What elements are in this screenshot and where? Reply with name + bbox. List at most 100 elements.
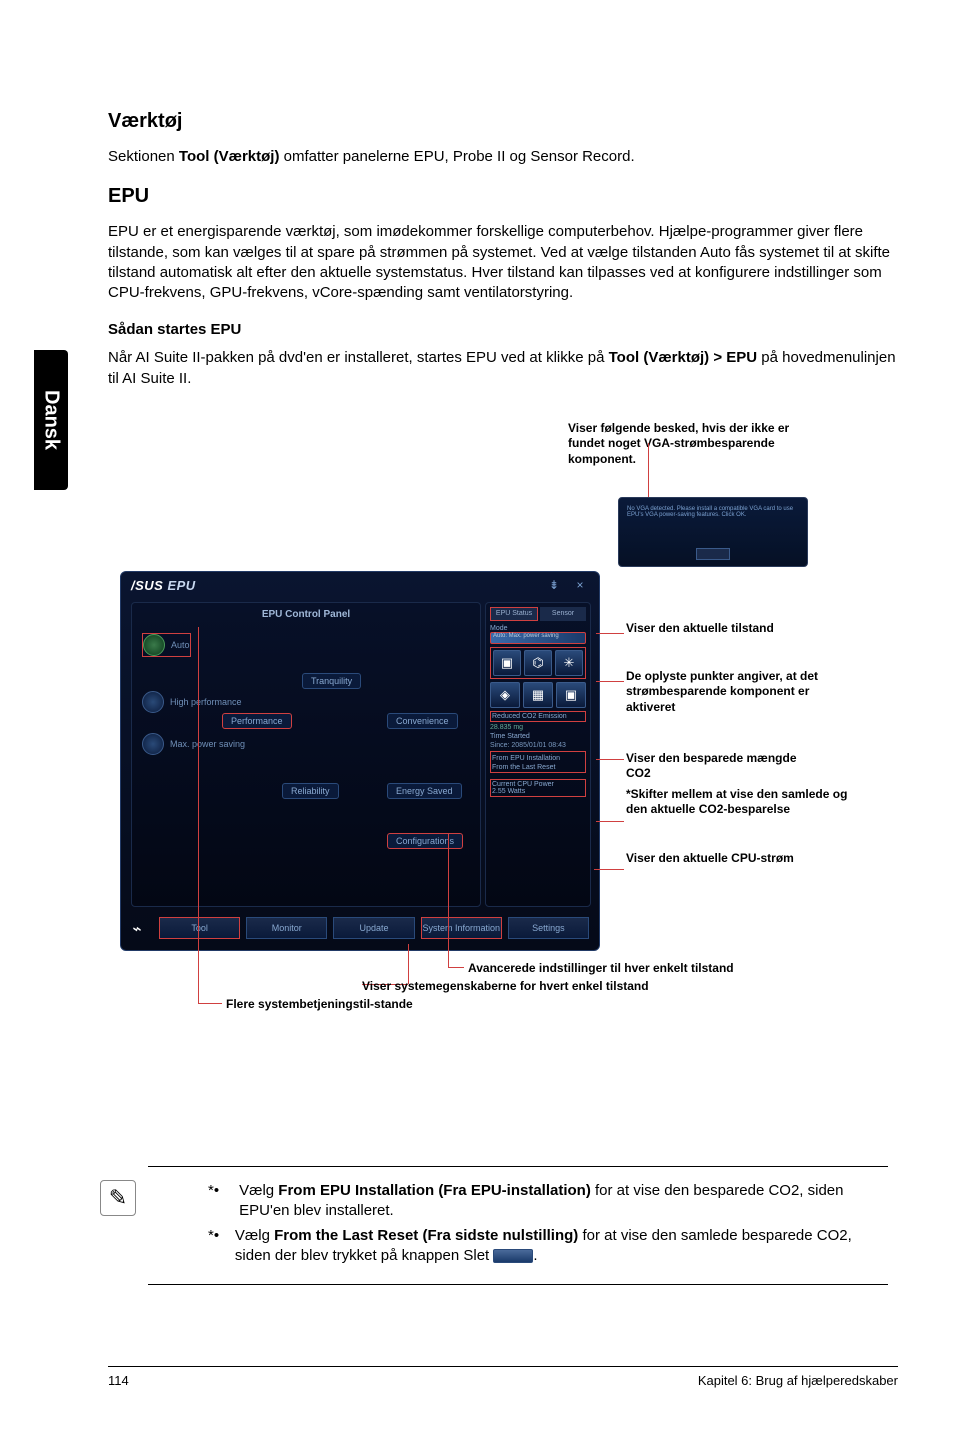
chipset-icon: ◈ xyxy=(490,682,520,708)
leader-line xyxy=(596,633,624,634)
note-icon: ✎ xyxy=(100,1180,136,1216)
txt: Sektionen xyxy=(108,148,179,165)
leader-line xyxy=(596,821,624,822)
bullet: *• xyxy=(208,1226,229,1267)
btn-monitor[interactable]: Monitor xyxy=(246,917,327,939)
note-item: *• Vælg From EPU Installation (Fra EPU-i… xyxy=(208,1181,878,1222)
page-number: 114 xyxy=(108,1373,129,1388)
txt: Vælg xyxy=(239,1182,278,1199)
txt: Vælg xyxy=(235,1227,274,1244)
txt-bold: From the Last Reset (Fra sidste nulstill… xyxy=(274,1227,578,1244)
control-panel: EPU Control Panel Auto High performance … xyxy=(131,602,481,907)
chip-performance[interactable]: Performance xyxy=(222,713,292,729)
section-body-epu: EPU er et energisparende værktøj, som im… xyxy=(108,222,898,303)
tab-sensor[interactable]: Sensor xyxy=(540,607,586,621)
section-title-epu: EPU xyxy=(108,185,898,208)
btn-settings[interactable]: Settings xyxy=(508,917,589,939)
cpu-icon: ▣ xyxy=(493,650,521,676)
co2-value: 28.835 mg xyxy=(490,724,586,731)
app-name: EPU xyxy=(167,578,195,593)
opt-from-reset[interactable]: From the Last Reset xyxy=(492,764,584,771)
max-icon xyxy=(142,733,164,755)
note-text: Vælg From EPU Installation (Fra EPU-inst… xyxy=(239,1181,878,1222)
txt: Current CPU Power xyxy=(492,781,554,788)
opt-from-install[interactable]: From EPU Installation xyxy=(492,755,584,762)
window-controls: ⇟ × xyxy=(545,578,589,592)
callout-mode: Viser den aktuelle tilstand xyxy=(626,621,806,637)
chip-reliability[interactable]: Reliability xyxy=(282,783,339,799)
time-value: Since: 2085/01/01 08:43 xyxy=(490,742,586,749)
ok-button[interactable] xyxy=(696,548,730,560)
callout-warning-label: Viser følgende besked, hvis der ikke er … xyxy=(568,421,808,468)
epu-window: /SUS EPU ⇟ × EPU Control Panel Auto High… xyxy=(120,571,600,951)
hdd-icon: ⌬ xyxy=(524,650,552,676)
label-mode: Mode xyxy=(490,625,586,632)
auto-icon xyxy=(143,634,165,656)
vga-icon: ▣ xyxy=(556,682,586,708)
callout-advanced: Avancerede indstillinger til hver enkelt… xyxy=(468,961,848,977)
callout-co2: Viser den besparede mængde CO2 xyxy=(626,751,816,782)
language-tab: Dansk xyxy=(34,350,68,490)
leader-line xyxy=(408,944,409,984)
note-text: Vælg From the Last Reset (Fra sidste nul… xyxy=(235,1226,878,1267)
pin-icon[interactable]: ⇟ xyxy=(545,578,563,592)
txt-bold: Tool (Værktøj) xyxy=(179,148,280,165)
bottom-toolbar: ⌁ Tool Monitor Update System Information… xyxy=(131,914,589,942)
txt-bold: Tool (Værktøj) > EPU xyxy=(609,349,757,366)
mode-value: Auto: Max. power saving xyxy=(490,632,586,644)
chip-convenience[interactable]: Convenience xyxy=(387,713,458,729)
section-title-tool: Værktøj xyxy=(108,110,898,133)
asus-logo-icon: ⌁ xyxy=(131,919,153,937)
bullet: *• xyxy=(208,1181,233,1222)
leader-line xyxy=(596,681,624,682)
callout-co2-toggle: *Skifter mellem at vise den samlede og d… xyxy=(626,787,856,818)
leader-line xyxy=(448,833,449,967)
callout-sysinfo: Viser systemegenskaberne for hvert enkel… xyxy=(362,979,762,995)
mode-high[interactable]: High performance xyxy=(142,691,242,713)
warning-text: No VGA detected. Please install a compat… xyxy=(627,506,799,518)
note-item: *• Vælg From the Last Reset (Fra sidste … xyxy=(208,1226,878,1267)
note-box: *• Vælg From EPU Installation (Fra EPU-i… xyxy=(148,1166,888,1285)
chip-config[interactable]: Configurations xyxy=(387,833,463,849)
label-time: Time Started xyxy=(490,733,586,740)
co2-options: From EPU Installation From the Last Rese… xyxy=(490,751,586,773)
callout-components: De oplyste punkter angiver, at det strøm… xyxy=(626,669,856,716)
chapter-label: Kapitel 6: Brug af hjælperedskaber xyxy=(698,1373,898,1388)
clear-button-inline-icon xyxy=(493,1249,533,1263)
mode-label: Max. power saving xyxy=(170,739,245,749)
chip-energy[interactable]: Energy Saved xyxy=(387,783,462,799)
mode-auto[interactable]: Auto xyxy=(142,633,191,657)
subsection-body-start: Når AI Suite II-pakken på dvd'en er inst… xyxy=(108,348,898,389)
btn-sysinfo[interactable]: System Information xyxy=(421,917,502,939)
section-body-tool: Sektionen Tool (Værktøj) omfatter panele… xyxy=(108,147,898,167)
mode-max[interactable]: Max. power saving xyxy=(142,733,245,755)
txt: omfatter panelerne EPU, Probe II og Sens… xyxy=(279,148,634,165)
status-panel: EPU Status Sensor Mode Auto: Max. power … xyxy=(485,602,591,907)
leader-line xyxy=(648,443,649,497)
tab-status[interactable]: EPU Status xyxy=(490,607,538,621)
window-title: /SUS EPU xyxy=(131,578,196,593)
close-icon[interactable]: × xyxy=(571,578,589,592)
leader-line xyxy=(198,627,199,1003)
fan-icon: ✳ xyxy=(555,650,583,676)
chip-tranquility[interactable]: Tranquility xyxy=(302,673,361,689)
callout-cpu: Viser den aktuelle CPU-strøm xyxy=(626,851,806,867)
label-cpu-power: Current CPU Power 2.55 Watts xyxy=(490,779,586,797)
memory-icon: ▦ xyxy=(523,682,553,708)
btn-update[interactable]: Update xyxy=(333,917,414,939)
component-icons: ▣ ⌬ ✳ xyxy=(490,647,586,679)
txt: . xyxy=(533,1247,537,1264)
leader-line xyxy=(594,869,624,870)
txt: Når AI Suite II-pakken på dvd'en er inst… xyxy=(108,349,609,366)
cpu-power-value: 2.55 Watts xyxy=(492,788,525,795)
btn-tool[interactable]: Tool xyxy=(159,917,240,939)
leader-line xyxy=(596,759,624,760)
brand-logo: /SUS xyxy=(131,578,163,593)
leader-line xyxy=(448,967,464,968)
callout-modes: Flere systembetjeningstil-stande xyxy=(226,997,426,1013)
page-content: Værktøj Sektionen Tool (Værktøj) omfatte… xyxy=(108,110,898,967)
txt-bold: From EPU Installation (Fra EPU-installat… xyxy=(278,1182,591,1199)
label-co2: Reduced CO2 Emission xyxy=(490,711,586,722)
subsection-title-start: Sådan startes EPU xyxy=(108,321,898,338)
warning-dialog: No VGA detected. Please install a compat… xyxy=(618,497,808,567)
